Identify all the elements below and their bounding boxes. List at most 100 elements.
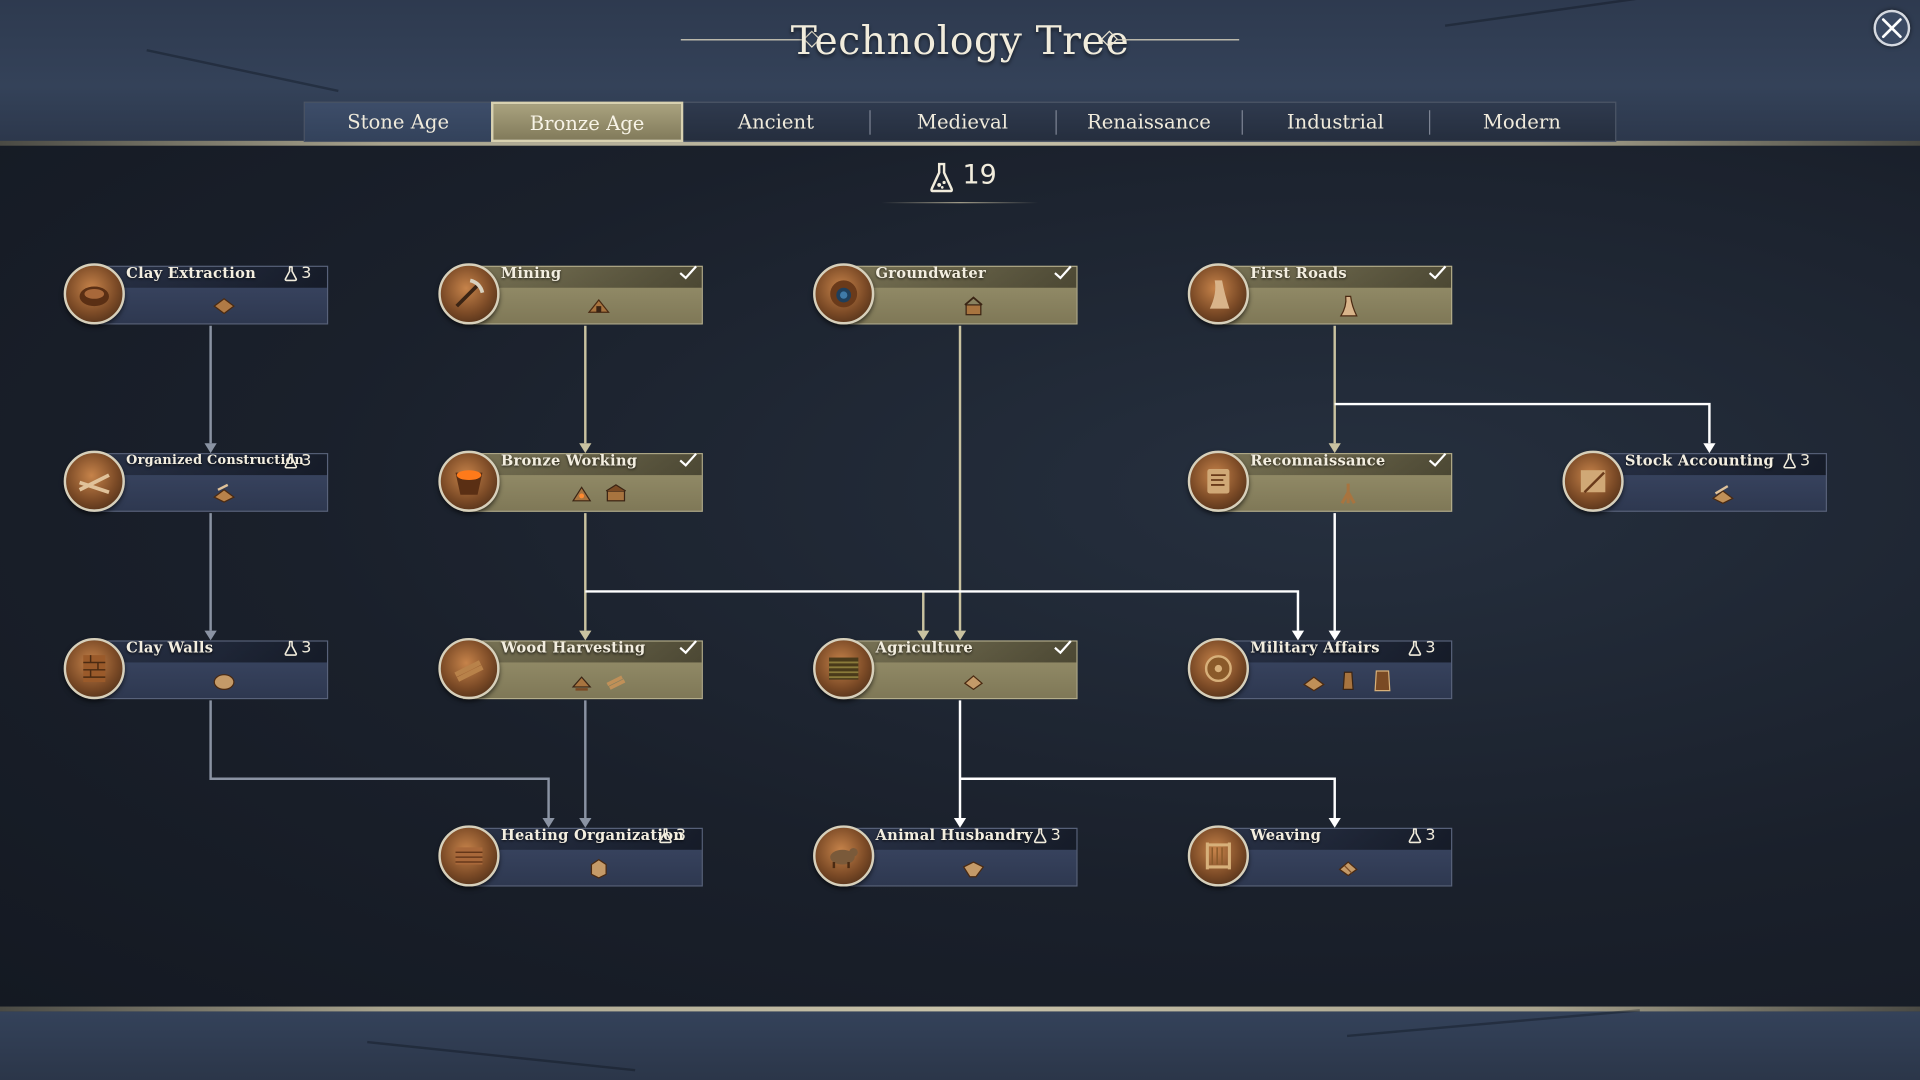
- tech-stock-accounting[interactable]: Stock Accounting 3: [1562, 449, 1829, 513]
- tech-unlocks: [120, 293, 328, 320]
- scout-icon[interactable]: [1335, 480, 1362, 507]
- tech-unlocks: [1619, 480, 1827, 507]
- agriculture-icon: [813, 637, 875, 700]
- tech-name: Animal Husbandry: [875, 826, 1033, 844]
- tech-name: Clay Extraction: [126, 264, 257, 282]
- tech-clay-extraction[interactable]: Clay Extraction 3: [63, 262, 331, 326]
- tech-animal-husbandry[interactable]: Animal Husbandry 3: [813, 824, 1080, 888]
- tech-cost-value: 3: [301, 264, 312, 283]
- flask-icon: [659, 828, 672, 844]
- tech-cost-value: 3: [675, 826, 687, 845]
- tech-name: Mining: [500, 264, 562, 282]
- tech-name: Organized Construction: [126, 453, 305, 468]
- animal-husbandry-icon: [813, 825, 875, 887]
- tech-agriculture[interactable]: Agriculture: [813, 637, 1080, 701]
- flask-icon: [284, 266, 298, 282]
- tech-clay-walls[interactable]: Clay Walls 3: [63, 637, 331, 701]
- tech-name: Weaving: [1250, 826, 1322, 844]
- wall-icon[interactable]: [211, 667, 238, 694]
- tech-cost: 3: [284, 639, 311, 658]
- reconnaissance-icon: [1187, 450, 1249, 512]
- clay-extraction-icon: [63, 263, 125, 325]
- tech-weaving[interactable]: Weaving 3: [1187, 824, 1455, 888]
- mine-icon[interactable]: [585, 293, 612, 320]
- clay-pit-icon[interactable]: [211, 293, 238, 320]
- checkmark-icon: [679, 265, 697, 280]
- groundwater-icon: [813, 263, 875, 325]
- heating-organization-icon: [438, 825, 500, 887]
- barracks-icon[interactable]: [1300, 667, 1327, 694]
- woodcutter-icon[interactable]: [568, 667, 595, 694]
- mining-icon: [438, 263, 500, 325]
- shield-icon[interactable]: [1369, 667, 1396, 694]
- checkmark-icon: [1428, 452, 1447, 467]
- tech-name: Military Affairs: [1250, 639, 1380, 657]
- link-locked: [209, 325, 587, 818]
- storehouse-icon[interactable]: [1709, 480, 1736, 507]
- tech-unlocks: [495, 855, 703, 882]
- tech-unlocks: [869, 293, 1077, 320]
- tech-cost-value: 3: [301, 451, 312, 471]
- road-icon[interactable]: [1335, 293, 1362, 320]
- well-icon[interactable]: [960, 293, 987, 320]
- tech-name: Stock Accounting: [1624, 451, 1775, 469]
- workshop-icon[interactable]: [602, 480, 629, 507]
- tech-name: Clay Walls: [126, 639, 214, 657]
- pasture-icon[interactable]: [960, 855, 987, 882]
- link-bronze-working-military-affairs: [585, 590, 1300, 631]
- tech-organized-construction[interactable]: Organized Construction 3: [63, 449, 331, 513]
- tech-unlocks: [495, 667, 703, 694]
- tech-cost: 3: [659, 827, 686, 845]
- checkmark-icon: [1054, 640, 1072, 655]
- link-first-roads-stock-accounting: [1334, 402, 1711, 444]
- tech-first-roads[interactable]: First Roads: [1187, 262, 1455, 326]
- tech-name: Heating Organization: [500, 826, 685, 844]
- checkmark-icon: [1054, 265, 1072, 280]
- weapon-icon[interactable]: [1335, 667, 1362, 694]
- tech-unlocks: [1244, 293, 1452, 320]
- tech-cost: 3: [1408, 827, 1435, 845]
- link-clay-walls-heating-organization: [209, 700, 550, 818]
- tech-reconnaissance[interactable]: Reconnaissance: [1187, 449, 1455, 513]
- tech-military-affairs[interactable]: Military Affairs 3: [1187, 637, 1455, 701]
- tech-name: Agriculture: [875, 639, 973, 657]
- military-affairs-icon: [1187, 637, 1249, 700]
- smelter-icon[interactable]: [568, 480, 595, 507]
- tech-heating-organization[interactable]: Heating Organization 3: [438, 824, 705, 888]
- tech-cost: 3: [284, 452, 311, 470]
- tech-mining[interactable]: Mining: [438, 262, 705, 326]
- flask-icon: [1408, 640, 1422, 656]
- tech-unlocks: [495, 293, 703, 320]
- checkmark-icon: [1428, 265, 1447, 280]
- flask-icon: [1783, 453, 1796, 469]
- tech-unlocks: [1244, 480, 1452, 507]
- farm-icon[interactable]: [960, 667, 987, 694]
- checkmark-icon: [679, 452, 697, 467]
- link-available: [585, 402, 1711, 818]
- flask-icon: [284, 453, 298, 469]
- tech-cost: 3: [284, 264, 312, 283]
- tech-name: Wood Harvesting: [500, 639, 646, 657]
- tech-connectors: [204, 325, 1716, 828]
- tech-name: Groundwater: [875, 264, 987, 282]
- tech-cost-value: 3: [1425, 826, 1436, 845]
- tech-unlocks: [869, 667, 1077, 694]
- builder-icon[interactable]: [211, 480, 238, 507]
- tech-bronze-working[interactable]: Bronze Working: [438, 449, 705, 513]
- tech-wood-harvesting[interactable]: Wood Harvesting: [438, 637, 705, 701]
- stock-accounting-icon: [1562, 450, 1624, 512]
- flask-icon: [284, 640, 298, 656]
- log-icon[interactable]: [602, 667, 629, 694]
- loom-icon[interactable]: [1335, 855, 1362, 882]
- tech-unlocks: [120, 667, 328, 694]
- firewood-icon[interactable]: [585, 855, 612, 882]
- tech-cost: 3: [1783, 452, 1810, 470]
- checkmark-icon: [679, 640, 697, 655]
- tech-groundwater[interactable]: Groundwater: [813, 262, 1080, 326]
- tech-cost-value: 3: [1050, 826, 1061, 845]
- tech-name: Reconnaissance: [1250, 451, 1386, 469]
- wood-harvesting-icon: [438, 637, 500, 700]
- tech-unlocks: [869, 855, 1077, 882]
- tech-name: First Roads: [1250, 264, 1347, 282]
- tech-unlocks: [120, 480, 328, 507]
